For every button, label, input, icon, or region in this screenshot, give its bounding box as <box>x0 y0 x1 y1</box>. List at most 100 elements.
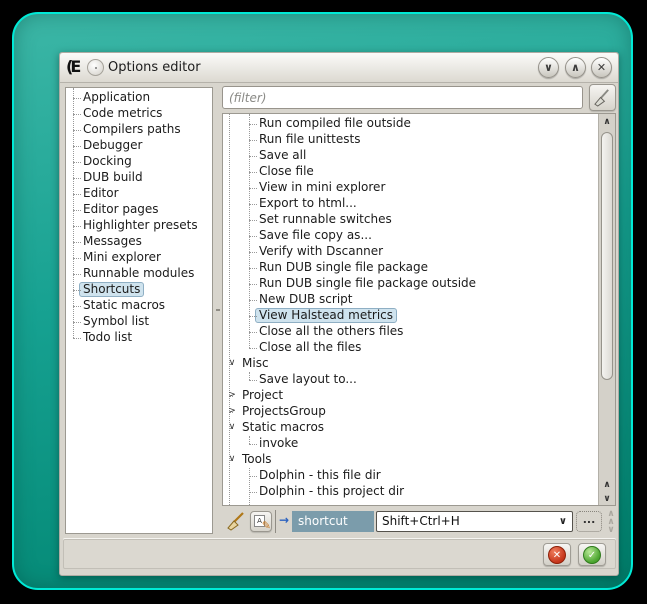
shortcut-item-label: View in mini explorer <box>259 180 385 194</box>
property-name-cell[interactable]: shortcut <box>292 511 374 532</box>
shortcut-tree-item[interactable]: Run DUB single file package outside <box>223 276 615 292</box>
clear-shortcut-button[interactable] <box>226 511 246 531</box>
options-editor-dialog: (E Options editor ∨ ∧ ✕ Application Code … <box>59 52 619 576</box>
shortcut-tree-item[interactable]: Run file unittests <box>223 132 615 148</box>
window-frame[interactable]: (E Options editor ∨ ∧ ✕ Application Code … <box>12 12 633 590</box>
sidebar-item-mini-explorer[interactable]: Mini explorer <box>66 250 212 266</box>
shortcut-item-label: Close all the others files <box>259 324 403 338</box>
shortcut-tree-item[interactable]: Dolphin - this file dir <box>223 468 615 484</box>
sidebar-item-static-macros[interactable]: Static macros <box>66 298 212 314</box>
sidebar-item-compilers-paths[interactable]: Compilers paths <box>66 122 212 138</box>
shortcut-tree-item[interactable]: Run DUB single file package <box>223 260 615 276</box>
filter-input[interactable] <box>222 86 583 109</box>
sidebar-item-label: Static macros <box>83 298 165 312</box>
shortcut-value: Shift+Ctrl+H <box>382 514 460 528</box>
broom-icon <box>593 88 612 107</box>
shortcut-tree-item[interactable]: Close all the others files <box>223 324 615 340</box>
clear-filter-button[interactable] <box>589 84 616 111</box>
sidebar-item-label: Compilers paths <box>83 122 181 136</box>
shortcut-item-label: Export to html... <box>259 196 357 210</box>
sidebar-item-editor-pages[interactable]: Editor pages <box>66 202 212 218</box>
window-menu-button[interactable] <box>87 59 104 76</box>
propgrid-scrollbar[interactable]: ∧ ∧ ∨ <box>604 510 618 536</box>
shortcut-item-label: Run DUB single file package <box>259 260 428 274</box>
sidebar-item-symbol-list[interactable]: Symbol list <box>66 314 212 330</box>
sidebar-item-label: Runnable modules <box>83 266 194 280</box>
expander-closed-icon[interactable]: > <box>226 404 238 419</box>
shortcut-tree-item[interactable]: Export to html... <box>223 196 615 212</box>
sidebar-item-highlighter-presets[interactable]: Highlighter presets <box>66 218 212 234</box>
accept-button[interactable]: ✓ <box>578 543 606 566</box>
sidebar-item-label: Editor <box>83 186 119 200</box>
coedit-logo-icon: (E <box>66 57 78 76</box>
shortcut-tree-item[interactable]: New DUB script <box>223 292 615 308</box>
title-bar[interactable]: (E Options editor ∨ ∧ ✕ <box>60 53 618 83</box>
shortcut-tree-item[interactable]: Save all <box>223 148 615 164</box>
shortcut-tree-item[interactable]: > ProjectsGroup <box>223 404 615 420</box>
shortcut-tree-item[interactable]: ∨ Tools <box>223 452 615 468</box>
status-bar <box>63 539 616 569</box>
sidebar-item-shortcuts[interactable]: Shortcuts <box>66 282 212 298</box>
shortcut-item-label: Misc <box>242 356 269 370</box>
shortcut-tree-item[interactable]: Verify with Dscanner <box>223 244 615 260</box>
shortcut-tree-item[interactable]: Dolphin - this project dir <box>223 484 615 500</box>
shortcut-item-label: View Halstead metrics <box>255 308 397 323</box>
sidebar-item-runnable-modules[interactable]: Runnable modules <box>66 266 212 282</box>
shortcut-item-label: Run compiled file outside <box>259 116 411 130</box>
sidebar-item-label: Highlighter presets <box>83 218 198 232</box>
sidebar-item-label: Docking <box>83 154 132 168</box>
shortcut-tree-item[interactable]: Close all the files <box>223 340 615 356</box>
shortcut-tree-item[interactable]: ∨Static macros <box>223 420 615 436</box>
expander-open-icon[interactable]: ∨ <box>226 356 238 371</box>
shortcut-tree-item[interactable]: invoke <box>223 436 615 452</box>
shortcut-item-label: Set runnable switches <box>259 212 392 226</box>
shortcut-tree-item[interactable]: ∨ Misc <box>223 356 615 372</box>
sidebar-item-editor[interactable]: Editor <box>66 186 212 202</box>
sidebar-item-label: Application <box>83 90 150 104</box>
shortcut-tree-item[interactable]: Close file <box>223 164 615 180</box>
sidebar-item-docking[interactable]: Docking <box>66 154 212 170</box>
shortcut-property-grid[interactable]: → shortcut Shift+Ctrl+H ∨ <box>275 510 573 533</box>
scroll-down-icon[interactable]: ∨ <box>604 526 618 534</box>
shortcut-editor-more-button[interactable]: ... <box>576 511 602 532</box>
sidebar-item-todo-list[interactable]: Todo list <box>66 330 212 346</box>
edit-shortcut-button[interactable]: A ✎ <box>250 511 272 532</box>
shortcut-item-label: Dolphin - this project dir <box>259 484 404 498</box>
shortcut-item-label: ProjectsGroup <box>242 404 326 418</box>
sidebar-item-application[interactable]: Application <box>66 90 212 106</box>
shortcuts-tree[interactable]: ∧ ∧ ∨ Run compiled file outsideRun file … <box>222 113 616 506</box>
shortcut-tree-item[interactable]: >Project <box>223 388 615 404</box>
expander-closed-icon[interactable]: > <box>226 388 238 403</box>
sidebar-item-dub-build[interactable]: DUB build <box>66 170 212 186</box>
shortcut-tree-item[interactable]: Save layout to... <box>223 372 615 388</box>
shortcut-tree-item[interactable]: Run compiled file outside <box>223 116 615 132</box>
property-arrow-icon: → <box>279 513 289 527</box>
shortcut-item-label: Run DUB single file package outside <box>259 276 476 290</box>
sidebar-item-debugger[interactable]: Debugger <box>66 138 212 154</box>
shortcut-item-label: Run file unittests <box>259 132 360 146</box>
close-button[interactable]: ✕ <box>591 57 612 78</box>
sidebar-item-code-metrics[interactable]: Code metrics <box>66 106 212 122</box>
shortcut-tree-item[interactable]: View in mini explorer <box>223 180 615 196</box>
category-tree[interactable]: Application Code metricsCompilers paths De… <box>65 87 213 534</box>
sidebar-item-label: Debugger <box>83 138 142 152</box>
sidebar-item-messages[interactable]: Messages <box>66 234 212 250</box>
shortcut-tree-item[interactable]: Set runnable switches <box>223 212 615 228</box>
pencil-icon: ✎ <box>262 519 271 532</box>
expander-open-icon[interactable]: ∨ <box>226 452 238 467</box>
sidebar-item-label: Symbol list <box>83 314 149 328</box>
shortcut-tree-item[interactable]: Save file copy as... <box>223 228 615 244</box>
chevron-down-icon[interactable]: ∨ <box>559 512 567 531</box>
shortcut-tree-item[interactable]: View Halstead metrics <box>223 308 615 324</box>
cancel-button[interactable]: ✕ <box>543 543 571 566</box>
shortcut-value-combobox[interactable]: Shift+Ctrl+H ∨ <box>376 511 573 532</box>
shortcut-item-label: Close file <box>259 164 314 178</box>
shortcut-item-label: invoke <box>259 436 298 450</box>
minimize-button[interactable]: ∨ <box>538 57 559 78</box>
window-title: Options editor <box>108 60 201 75</box>
splitter-handle[interactable] <box>214 87 222 534</box>
maximize-button[interactable]: ∧ <box>565 57 586 78</box>
expander-open-icon[interactable]: ∨ <box>226 420 238 435</box>
shortcut-item-label: Tools <box>242 452 272 466</box>
broom-icon <box>226 511 246 531</box>
